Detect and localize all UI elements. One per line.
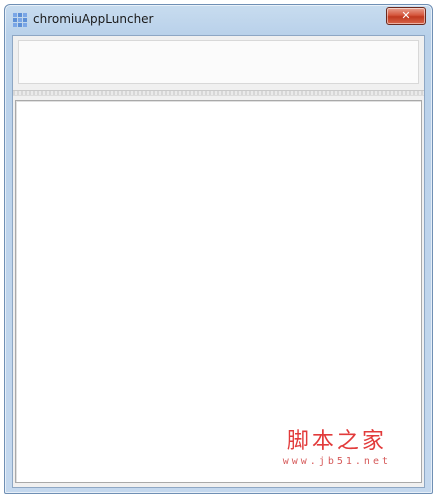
close-icon: ✕ — [401, 9, 411, 22]
address-panel[interactable] — [18, 40, 419, 84]
watermark-text: 脚本之家 — [286, 429, 387, 454]
app-window: chromiuAppLuncher ✕ 脚本之家 www.jb51.net — [4, 4, 433, 494]
browser-content[interactable]: 脚本之家 www.jb51.net — [15, 100, 422, 483]
close-button[interactable]: ✕ — [386, 7, 426, 25]
client-area: 脚本之家 www.jb51.net — [12, 35, 425, 488]
watermark-url: www.jb51.net — [282, 456, 391, 467]
window-title: chromiuAppLuncher — [33, 12, 154, 26]
splitter[interactable] — [13, 90, 424, 96]
title-bar[interactable]: chromiuAppLuncher ✕ — [5, 5, 432, 35]
watermark: 脚本之家 www.jb51.net — [283, 430, 391, 468]
app-grid-icon — [13, 13, 27, 27]
